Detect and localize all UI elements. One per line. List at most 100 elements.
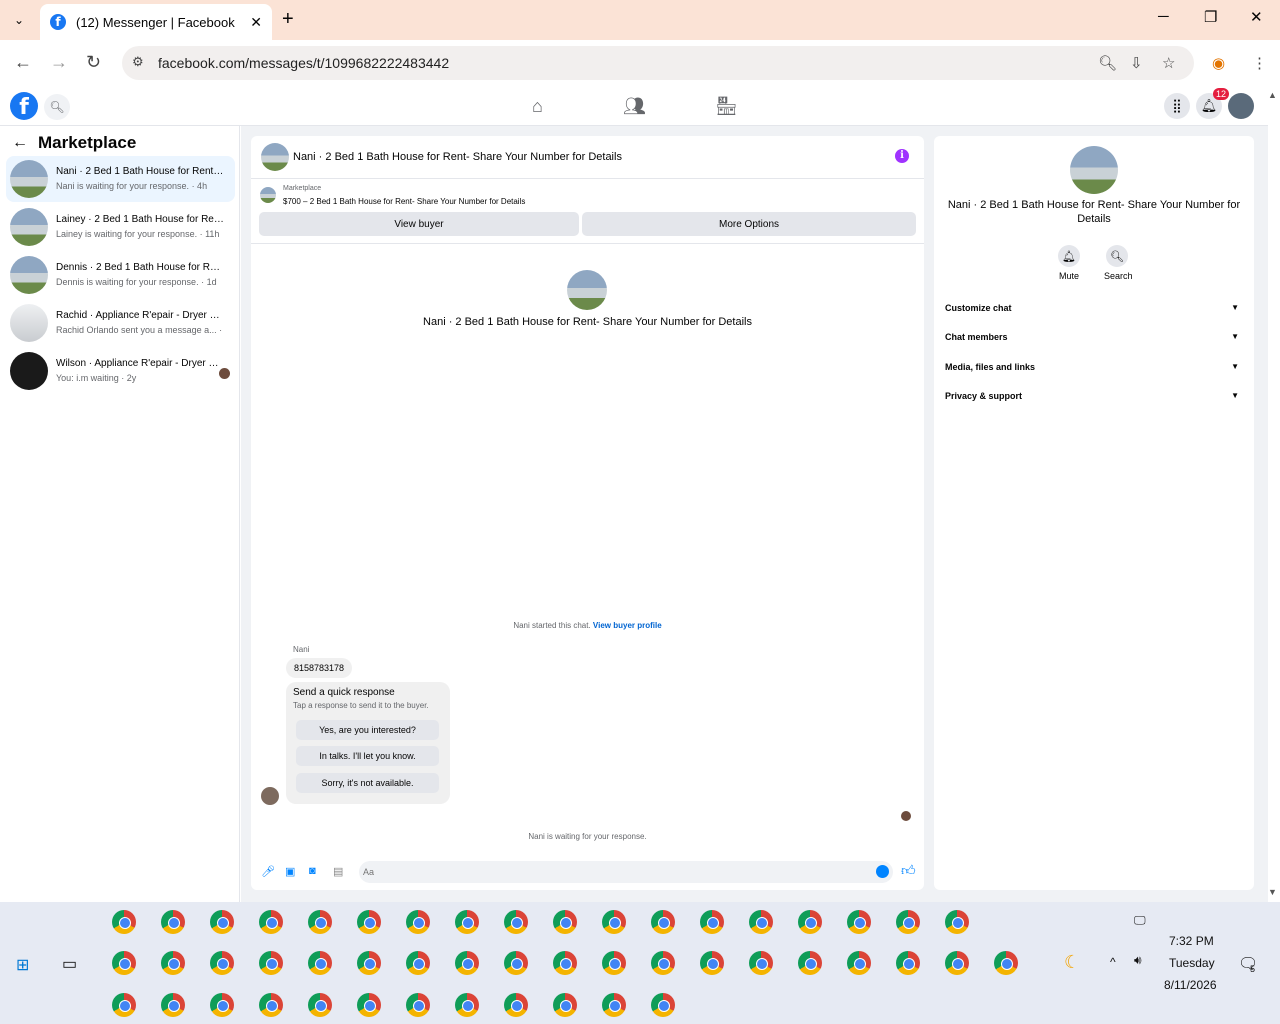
taskbar-app-icon[interactable] xyxy=(455,993,479,1017)
conversation-item[interactable]: Wilson · Appliance R'epair - Dryer Repai… xyxy=(6,348,235,394)
new-tab-button[interactable]: + xyxy=(282,8,294,31)
taskbar-app-icon[interactable] xyxy=(259,910,283,934)
view-buyer-button[interactable]: View buyer xyxy=(259,212,579,236)
more-options-button[interactable]: More Options xyxy=(582,212,916,236)
reload-button[interactable]: ↻ xyxy=(86,52,101,73)
bookmark-star-icon[interactable]: ☆ xyxy=(1162,54,1175,72)
network-icon[interactable]: 🖵︎ xyxy=(1134,913,1146,928)
quick-response-button[interactable]: Sorry, it's not available. xyxy=(296,773,439,793)
forward-button[interactable]: → xyxy=(50,52,68,73)
close-window-button[interactable]: ✕ xyxy=(1250,8,1263,26)
taskbar-app-icon[interactable] xyxy=(308,993,332,1017)
taskbar-app-icon[interactable] xyxy=(553,951,577,975)
taskbar-app-icon[interactable] xyxy=(112,993,136,1017)
restore-button[interactable]: ❐ xyxy=(1204,8,1217,26)
media-files-links-row[interactable]: Media, files and links ▼ xyxy=(945,362,1243,372)
taskbar-app-icon[interactable] xyxy=(651,993,675,1017)
conversation-item[interactable]: Lainey · 2 Bed 1 Bath House for Rent- Sh… xyxy=(6,204,235,250)
volume-icon[interactable]: 🔊︎ xyxy=(1134,953,1142,968)
view-buyer-profile-link[interactable]: View buyer profile xyxy=(593,621,662,630)
taskbar-app-icon[interactable] xyxy=(161,910,185,934)
marketplace-icon[interactable]: 🏪︎ xyxy=(715,96,738,117)
taskbar-app-icon[interactable] xyxy=(945,951,969,975)
minimize-button[interactable]: ─ xyxy=(1158,8,1169,25)
quick-response-button[interactable]: In talks. I'll let you know. xyxy=(296,746,439,766)
browser-tab[interactable]: f (12) Messenger | Facebook ✕ xyxy=(40,4,272,40)
address-bar[interactable]: ⚙ facebook.com/messages/t/10996822224834… xyxy=(122,46,1194,80)
conversation-item[interactable]: Nani · 2 Bed 1 Bath House for Rent- Shar… xyxy=(6,156,235,202)
listing-price-title[interactable]: $700 – 2 Bed 1 Bath House for Rent- Shar… xyxy=(283,197,525,206)
thumbs-up-icon[interactable]: 👍︎ xyxy=(901,862,916,879)
taskbar-app-icon[interactable] xyxy=(308,910,332,934)
microphone-icon[interactable]: 🎤︎ xyxy=(261,865,275,878)
taskbar-app-icon[interactable] xyxy=(602,993,626,1017)
taskbar-app-icon[interactable] xyxy=(259,993,283,1017)
taskbar-app-icon[interactable] xyxy=(651,951,675,975)
photo-icon[interactable]: ▣ xyxy=(285,865,295,878)
taskbar-app-icon[interactable] xyxy=(798,910,822,934)
zoom-icon[interactable]: 🔍︎ xyxy=(1098,54,1117,72)
taskbar-app-icon[interactable] xyxy=(553,910,577,934)
taskbar-app-icon[interactable] xyxy=(259,951,283,975)
sender-avatar[interactable] xyxy=(261,787,279,805)
profile-icon[interactable]: ◉ xyxy=(1212,54,1225,72)
taskbar-app-icon[interactable] xyxy=(161,951,185,975)
conversation-item[interactable]: Rachid · Appliance R'epair - Dryer Repai… xyxy=(6,300,235,346)
privacy-support-row[interactable]: Privacy & support ▼ xyxy=(945,391,1243,401)
taskbar-app-icon[interactable] xyxy=(455,951,479,975)
taskbar-app-icon[interactable] xyxy=(847,910,871,934)
show-hidden-icons-chevron-icon[interactable]: ^ xyxy=(1110,955,1116,969)
taskbar-app-icon[interactable] xyxy=(357,993,381,1017)
emoji-icon[interactable] xyxy=(876,865,889,878)
night-light-icon[interactable]: ☾ xyxy=(1064,952,1080,973)
taskbar-app-icon[interactable] xyxy=(749,951,773,975)
windows-start-icon[interactable]: ⊞ xyxy=(16,955,29,975)
taskbar-app-icon[interactable] xyxy=(700,910,724,934)
scroll-up-arrow[interactable]: ▲ xyxy=(1268,90,1277,100)
chat-header-title[interactable]: Nani · 2 Bed 1 Bath House for Rent- Shar… xyxy=(293,151,622,163)
taskbar-app-icon[interactable] xyxy=(896,951,920,975)
search-icon[interactable]: 🔍︎ xyxy=(44,94,70,120)
taskbar-app-icon[interactable] xyxy=(896,910,920,934)
quick-response-button[interactable]: Yes, are you interested? xyxy=(296,720,439,740)
taskbar-app-icon[interactable] xyxy=(455,910,479,934)
taskbar-app-icon[interactable] xyxy=(945,910,969,934)
facebook-logo-icon[interactable]: f xyxy=(10,92,38,120)
clock-date[interactable]: 8/11/2026 xyxy=(1164,978,1217,992)
conversation-item[interactable]: Dennis · 2 Bed 1 Bath House for Rent- Sh… xyxy=(6,252,235,298)
customize-chat-row[interactable]: Customize chat ▼ xyxy=(945,303,1243,313)
chat-members-row[interactable]: Chat members ▼ xyxy=(945,332,1243,342)
install-app-icon[interactable]: ⇩ xyxy=(1130,54,1143,72)
mute-bell-icon[interactable]: 🔔︎ xyxy=(1058,245,1080,267)
task-view-icon[interactable]: ▭ xyxy=(62,954,77,974)
taskbar-app-icon[interactable] xyxy=(406,993,430,1017)
message-bubble[interactable]: 8158783178 xyxy=(286,658,353,678)
gif-icon[interactable]: ▤ xyxy=(333,865,343,878)
tab-search-chevron-icon[interactable]: ⌄ xyxy=(6,8,32,32)
info-icon[interactable]: i xyxy=(895,149,909,163)
taskbar-app-icon[interactable] xyxy=(602,910,626,934)
clock-day[interactable]: Tuesday xyxy=(1169,956,1215,970)
taskbar-app-icon[interactable] xyxy=(406,910,430,934)
taskbar-app-icon[interactable] xyxy=(798,951,822,975)
taskbar-app-icon[interactable] xyxy=(357,910,381,934)
message-composer[interactable] xyxy=(359,861,893,883)
taskbar-app-icon[interactable] xyxy=(308,951,332,975)
taskbar-app-icon[interactable] xyxy=(504,951,528,975)
chat-header-thumbnail[interactable] xyxy=(261,143,289,171)
taskbar-app-icon[interactable] xyxy=(504,993,528,1017)
taskbar-app-icon[interactable] xyxy=(553,993,577,1017)
message-input[interactable] xyxy=(363,864,863,880)
account-avatar[interactable] xyxy=(1228,93,1254,119)
taskbar-app-icon[interactable] xyxy=(112,910,136,934)
sticker-icon[interactable]: ◙ xyxy=(309,865,316,877)
taskbar-app-icon[interactable] xyxy=(504,910,528,934)
site-settings-icon[interactable]: ⚙ xyxy=(132,54,144,70)
taskbar-app-icon[interactable] xyxy=(161,993,185,1017)
taskbar-app-icon[interactable] xyxy=(357,951,381,975)
taskbar-app-icon[interactable] xyxy=(651,910,675,934)
menu-grid-icon[interactable]: ⣿ xyxy=(1164,93,1190,119)
taskbar-app-icon[interactable] xyxy=(700,951,724,975)
friends-icon[interactable]: 👥︎ xyxy=(623,96,646,117)
taskbar-app-icon[interactable] xyxy=(602,951,626,975)
